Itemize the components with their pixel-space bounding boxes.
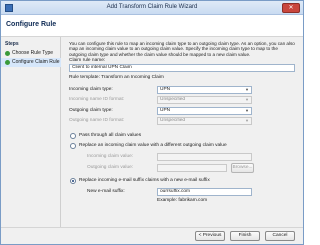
wizard-window: Add Transform Claim Rule Wizard ✕ Config… bbox=[0, 0, 304, 245]
replace-value-radio[interactable] bbox=[70, 143, 76, 149]
outgoing-value-input[interactable] bbox=[157, 164, 227, 172]
step-dot-icon bbox=[5, 60, 10, 65]
steps-heading: Steps bbox=[5, 41, 19, 47]
chevron-down-icon: ▾ bbox=[245, 118, 249, 123]
page-title: Configure Rule bbox=[6, 21, 57, 28]
replace-value-label: Replace an incoming claim value with a d… bbox=[79, 143, 227, 148]
window-title: Add Transform Claim Rule Wizard bbox=[106, 4, 198, 10]
chevron-down-icon: ▾ bbox=[245, 87, 249, 92]
outgoing-claim-type-label: Outgoing claim type: bbox=[69, 108, 113, 113]
footer-divider bbox=[1, 227, 303, 228]
new-suffix-input[interactable]: ourrsuffix.com bbox=[157, 188, 252, 196]
browse-button[interactable]: Browse... bbox=[231, 163, 254, 173]
outgoing-name-id-value: Unspecified bbox=[160, 118, 186, 123]
replace-suffix-radio[interactable] bbox=[70, 178, 76, 184]
new-suffix-label: New e-mail suffix: bbox=[87, 189, 125, 194]
incoming-name-id-label: Incoming name ID format: bbox=[69, 97, 125, 102]
steps-sidebar: Steps Choose Rule Type Configure Claim R… bbox=[1, 37, 61, 227]
title-bar: Add Transform Claim Rule Wizard ✕ bbox=[1, 1, 303, 15]
incoming-value-input[interactable] bbox=[157, 153, 252, 161]
incoming-value-label: Incoming claim value: bbox=[87, 154, 134, 159]
pass-through-radio[interactable] bbox=[70, 133, 76, 139]
chevron-down-icon: ▾ bbox=[245, 108, 249, 113]
incoming-name-id-select[interactable]: Unspecified ▾ bbox=[157, 96, 252, 104]
outgoing-claim-type-value: UPN bbox=[160, 108, 171, 113]
outgoing-name-id-select[interactable]: Unspecified ▾ bbox=[157, 117, 252, 125]
step-choose-rule-type[interactable]: Choose Rule Type bbox=[1, 49, 61, 58]
previous-button[interactable]: < Previous bbox=[195, 231, 225, 241]
step-label: Configure Claim Rule bbox=[12, 59, 60, 65]
outgoing-name-id-label: Outgoing name ID format: bbox=[69, 118, 125, 123]
page-header: Configure Rule bbox=[1, 15, 303, 37]
incoming-claim-type-select[interactable]: UPN ▾ bbox=[157, 86, 252, 94]
pass-through-label: Pass through all claim values bbox=[79, 133, 142, 138]
incoming-claim-type-value: UPN bbox=[160, 87, 171, 92]
incoming-claim-type-label: Incoming claim type: bbox=[69, 87, 113, 92]
chevron-down-icon: ▾ bbox=[245, 97, 249, 102]
suffix-example: Example: fabrikam.com bbox=[157, 198, 208, 203]
step-label: Choose Rule Type bbox=[12, 50, 54, 56]
cancel-button[interactable]: Cancel bbox=[265, 231, 295, 241]
rule-name-input[interactable]: Client to internal UPN Claim bbox=[69, 64, 295, 72]
finish-button[interactable]: Finish bbox=[230, 231, 260, 241]
incoming-name-id-value: Unspecified bbox=[160, 97, 186, 102]
main-content: You can configure this rule to map an in… bbox=[65, 39, 300, 225]
step-configure-claim-rule[interactable]: Configure Claim Rule bbox=[1, 58, 61, 67]
step-dot-icon bbox=[5, 51, 10, 56]
outgoing-value-label: Outgoing claim value: bbox=[87, 165, 134, 170]
rule-description: You can configure this rule to map an in… bbox=[69, 41, 295, 57]
rule-name-label: Claim rule name: bbox=[69, 58, 106, 63]
replace-suffix-label: Replace incoming e-mail suffix claims wi… bbox=[79, 178, 210, 183]
rule-template-label: Rule template: Transform an Incoming Cla… bbox=[69, 75, 164, 80]
outgoing-claim-type-select[interactable]: UPN ▾ bbox=[157, 107, 252, 115]
close-icon[interactable]: ✕ bbox=[282, 3, 300, 13]
